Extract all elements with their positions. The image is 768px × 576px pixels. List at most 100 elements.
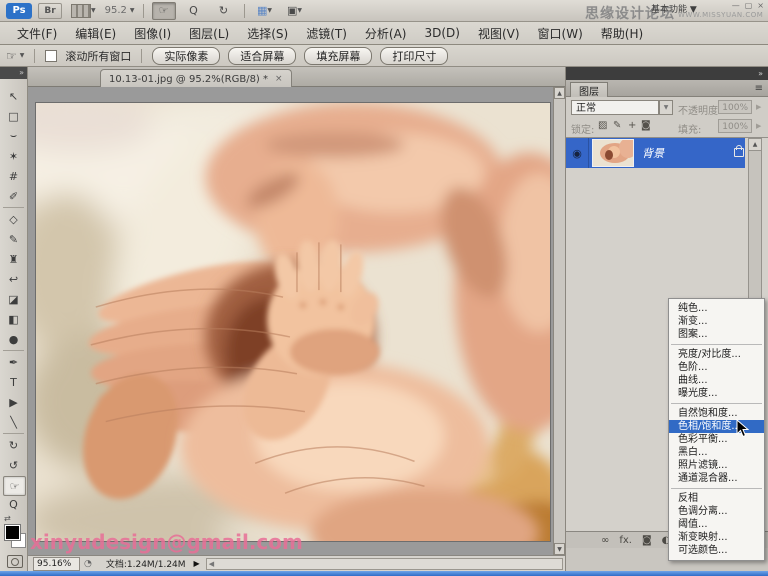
menu-image[interactable]: 图像(I): [125, 22, 180, 45]
menu-item-brightness-contrast[interactable]: 亮度/对比度...: [669, 348, 764, 361]
menu-item-selective-color[interactable]: 可选颜色...: [669, 544, 764, 557]
hand-tool-button[interactable]: ☞: [152, 2, 176, 20]
quick-mask-button[interactable]: [7, 555, 23, 568]
eyedropper-tool[interactable]: ✐: [3, 187, 24, 205]
zoom-tool-button[interactable]: Q: [182, 2, 206, 20]
scroll-up-icon[interactable]: ▲: [554, 87, 565, 99]
panel-menu-icon[interactable]: ≡: [755, 83, 763, 94]
minimize-button[interactable]: —: [732, 1, 740, 10]
3d-rotate-tool[interactable]: ↻: [3, 436, 24, 454]
menu-item-gradient-map[interactable]: 渐变映射...: [669, 531, 764, 544]
chevron-down-icon[interactable]: ▼: [659, 100, 673, 115]
menu-item-posterize[interactable]: 色调分离...: [669, 505, 764, 518]
menu-view[interactable]: 视图(V): [469, 22, 529, 45]
menu-item-black-white[interactable]: 黑白...: [669, 446, 764, 459]
horizontal-scrollbar[interactable]: ◀: [206, 558, 563, 570]
vertical-scrollbar[interactable]: ▲ ▼: [553, 87, 565, 555]
menu-help[interactable]: 帮助(H): [592, 22, 652, 45]
tool-preset-dropdown[interactable]: ☞ ▼: [6, 49, 24, 63]
history-brush-tool[interactable]: ↩: [3, 270, 24, 288]
opacity-value[interactable]: 100%: [718, 100, 752, 114]
menu-filter[interactable]: 滤镜(T): [297, 22, 356, 45]
layer-mask-button[interactable]: ◙: [642, 535, 652, 546]
fit-screen-button[interactable]: 适合屏幕: [228, 47, 296, 65]
menu-select[interactable]: 选择(S): [238, 22, 297, 45]
lock-pixels-icon[interactable]: ✎: [613, 120, 621, 131]
menu-3d[interactable]: 3D(D): [415, 23, 468, 43]
menu-item-color-balance[interactable]: 色彩平衡...: [669, 433, 764, 446]
menu-window[interactable]: 窗口(W): [529, 22, 592, 45]
scroll-all-windows-checkbox[interactable]: [45, 50, 57, 62]
hand-tool[interactable]: ☞: [3, 476, 26, 496]
lasso-tool[interactable]: ⌣: [3, 127, 24, 145]
link-layers-button[interactable]: ∞: [601, 535, 609, 546]
lock-transparent-icon[interactable]: ▨: [598, 120, 607, 131]
zoom-level-dropdown[interactable]: 95.2 ▼: [105, 5, 135, 16]
canvas-pasteboard[interactable]: 馨羽原创教程 ▲ ▼: [28, 87, 565, 555]
menu-item-curves[interactable]: 曲线...: [669, 374, 764, 387]
blend-mode-select[interactable]: 正常: [571, 100, 659, 115]
foreground-color-swatch[interactable]: [5, 525, 20, 540]
arrange-documents-button[interactable]: ▦ ▼: [253, 2, 277, 20]
fill-screen-button[interactable]: 填充屏幕: [304, 47, 372, 65]
menu-item-threshold[interactable]: 阈值...: [669, 518, 764, 531]
menu-item-gradient[interactable]: 渐变...: [669, 315, 764, 328]
visibility-toggle[interactable]: ◉: [566, 138, 589, 168]
document-tab[interactable]: 10.13-01.jpg @ 95.2%(RGB/8) * ×: [100, 69, 292, 88]
menu-item-exposure[interactable]: 曝光度...: [669, 387, 764, 400]
brush-tool[interactable]: ✎: [3, 230, 24, 248]
lock-all-icon[interactable]: ◙: [641, 120, 651, 131]
status-zoom-field[interactable]: 95.16%: [33, 557, 80, 571]
fill-value[interactable]: 100%: [718, 119, 752, 133]
dock-collapse[interactable]: »: [566, 67, 768, 80]
scroll-down-icon[interactable]: ▼: [554, 543, 565, 555]
print-size-button[interactable]: 打印尺寸: [380, 47, 448, 65]
scroll-left-icon[interactable]: ◀: [207, 560, 214, 568]
actual-pixels-button[interactable]: 实际像素: [152, 47, 220, 65]
canvas-image[interactable]: [35, 102, 551, 542]
restore-button[interactable]: ▢: [745, 1, 753, 10]
pen-tool[interactable]: ✒: [3, 353, 24, 371]
menu-item-invert[interactable]: 反相: [669, 492, 764, 505]
view-extras-button[interactable]: ▼: [68, 2, 99, 20]
menu-item-solid-color[interactable]: 纯色...: [669, 302, 764, 315]
status-menu-arrow[interactable]: ▶: [194, 559, 200, 568]
tab-layers[interactable]: 图层: [570, 82, 608, 98]
swap-colors-icon[interactable]: ⇄: [4, 514, 11, 523]
healing-brush-tool[interactable]: ◇: [3, 210, 24, 228]
rotate-view-button[interactable]: ↻: [212, 2, 236, 20]
menu-file[interactable]: 文件(F): [8, 22, 66, 45]
menu-item-vibrance[interactable]: 自然饱和度...: [669, 407, 764, 420]
bridge-button[interactable]: Br: [38, 3, 62, 19]
marquee-tool[interactable]: □: [3, 107, 24, 125]
crop-tool[interactable]: #: [3, 167, 24, 185]
move-tool[interactable]: ↖: [3, 87, 24, 105]
screen-mode-button[interactable]: ▣ ▼: [283, 2, 307, 20]
shape-tool[interactable]: ╲: [3, 413, 24, 431]
gradient-tool[interactable]: ◧: [3, 310, 24, 328]
menu-item-pattern[interactable]: 图案...: [669, 328, 764, 341]
menu-item-hue-saturation[interactable]: 色相/饱和度...: [669, 420, 764, 433]
layer-row-background[interactable]: ◉ 背景: [566, 138, 745, 168]
menu-item-photo-filter[interactable]: 照片滤镜...: [669, 459, 764, 472]
menu-layer[interactable]: 图层(L): [180, 22, 238, 45]
toolbox-collapse[interactable]: »: [0, 67, 27, 79]
zoom-tool[interactable]: Q: [3, 495, 24, 513]
menu-item-channel-mixer[interactable]: 通道混合器...: [669, 472, 764, 485]
layer-style-button[interactable]: fx.: [619, 535, 632, 546]
layer-thumbnail[interactable]: [592, 139, 634, 167]
clone-stamp-tool[interactable]: ♜: [3, 250, 24, 268]
path-select-tool[interactable]: ▶: [3, 393, 24, 411]
eraser-tool[interactable]: ◪: [3, 290, 24, 308]
menu-analysis[interactable]: 分析(A): [356, 22, 416, 45]
close-button[interactable]: ×: [757, 1, 764, 10]
menu-edit[interactable]: 编辑(E): [66, 22, 125, 45]
scroll-up-icon[interactable]: ▲: [749, 139, 761, 151]
lock-position-icon[interactable]: +: [628, 120, 636, 131]
menu-item-levels[interactable]: 色阶...: [669, 361, 764, 374]
magic-wand-tool[interactable]: ✶: [3, 147, 24, 165]
type-tool[interactable]: T: [3, 373, 24, 391]
close-icon[interactable]: ×: [275, 74, 283, 84]
blur-tool[interactable]: ●: [3, 330, 24, 348]
3d-orbit-tool[interactable]: ↺: [3, 456, 24, 474]
